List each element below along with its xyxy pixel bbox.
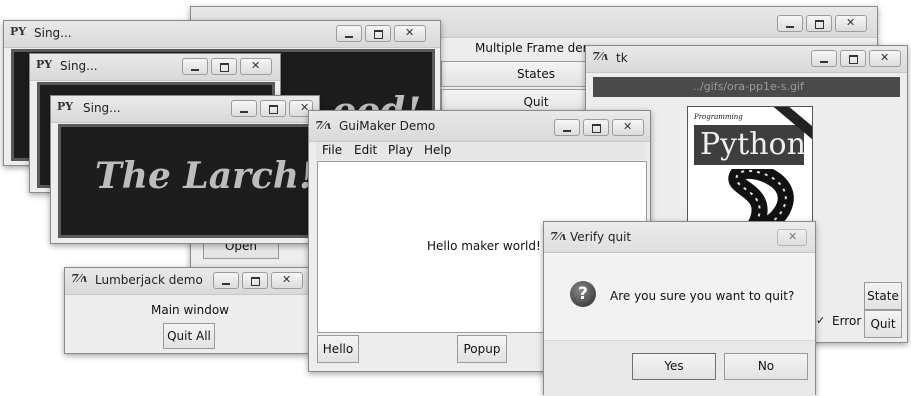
verify-titlebar[interactable]: 7⁄ʌ Verify quit — [544, 222, 815, 253]
sing-window-3: PY Sing... The Larch! — [50, 95, 320, 244]
sing3-canvas: The Larch! — [58, 124, 315, 238]
sing3-titlebar[interactable]: PY Sing... — [51, 96, 319, 123]
minimize-button[interactable] — [811, 50, 837, 67]
sing2-title: Sing... — [60, 59, 98, 73]
maximize-button[interactable] — [260, 100, 286, 117]
minimize-button[interactable] — [182, 58, 208, 75]
no-button[interactable]: No — [724, 353, 808, 380]
tk-title: tk — [616, 51, 628, 65]
menu-file[interactable]: File — [322, 143, 342, 157]
error-checkbox[interactable]: ✓ — [816, 315, 827, 326]
image-path: ../gifs/ora-pp1e-s.gif — [693, 80, 804, 93]
tk-feather-icon: 7⁄ʌ — [315, 119, 331, 132]
close-button[interactable] — [240, 58, 272, 75]
minimize-button[interactable] — [213, 272, 239, 289]
lumberjack-title: Lumberjack demo — [95, 273, 203, 287]
sing2-titlebar[interactable]: PY Sing... — [30, 54, 280, 81]
tk-titlebar[interactable]: 7⁄ʌ tk — [586, 46, 907, 73]
minimize-button[interactable] — [554, 119, 580, 136]
sing3-title: Sing... — [83, 101, 121, 115]
quit-all-button[interactable]: Quit All — [163, 323, 215, 349]
lumberjack-window: 7⁄ʌ Lumberjack demo Main window Quit All — [64, 267, 310, 354]
close-button[interactable] — [777, 229, 807, 246]
maximize-button[interactable] — [365, 25, 391, 42]
close-button[interactable] — [835, 15, 867, 32]
close-button[interactable] — [394, 25, 426, 42]
guimaker-titlebar[interactable]: 7⁄ʌ GuiMaker Demo — [309, 111, 650, 142]
close-button[interactable] — [612, 119, 644, 136]
sing3-text: The Larch! — [95, 155, 315, 197]
frame-demo-title: Multiple Frame demo — [475, 41, 602, 55]
python-icon: PY — [10, 25, 27, 38]
python-icon: PY — [57, 100, 74, 113]
sing1-title: Sing... — [34, 26, 72, 40]
menu-edit[interactable]: Edit — [354, 143, 377, 157]
close-button[interactable] — [869, 50, 901, 67]
guimaker-title: GuiMaker Demo — [339, 119, 436, 133]
hello-message: Hello maker world! — [427, 239, 541, 253]
verify-message: Are you sure you want to quit? — [610, 289, 795, 303]
image-path-bar: ../gifs/ora-pp1e-s.gif — [593, 77, 900, 97]
yes-button[interactable]: Yes — [632, 353, 716, 380]
menu-bar: File Edit Play Help — [316, 142, 646, 160]
error-label: Error — [832, 314, 862, 328]
maximize-button[interactable] — [840, 50, 866, 67]
quit-button[interactable]: Quit — [864, 310, 902, 338]
popup-button[interactable]: Popup — [457, 335, 507, 363]
hello-button[interactable]: Hello — [317, 335, 359, 363]
verify-quit-dialog: 7⁄ʌ Verify quit ? Are you sure you want … — [543, 221, 816, 396]
maximize-button[interactable] — [806, 15, 832, 32]
tk-feather-icon: 7⁄ʌ — [71, 272, 87, 285]
main-window-label: Main window — [151, 303, 229, 317]
lumberjack-titlebar[interactable]: 7⁄ʌ Lumberjack demo — [65, 268, 309, 295]
close-button[interactable] — [271, 272, 303, 289]
menu-help[interactable]: Help — [424, 143, 451, 157]
maximize-button[interactable] — [583, 119, 609, 136]
tk-feather-icon: 7⁄ʌ — [550, 230, 566, 243]
verify-title: Verify quit — [570, 230, 632, 244]
python-icon: PY — [36, 58, 53, 71]
maximize-button[interactable] — [211, 58, 237, 75]
state-button[interactable]: State — [864, 282, 902, 310]
minimize-button[interactable] — [777, 15, 803, 32]
sing1-titlebar[interactable]: PY Sing... — [4, 21, 440, 48]
question-icon: ? — [570, 281, 596, 307]
minimize-button[interactable] — [336, 25, 362, 42]
minimize-button[interactable] — [231, 100, 257, 117]
menu-play[interactable]: Play — [388, 143, 413, 157]
maximize-button[interactable] — [242, 272, 268, 289]
tk-feather-icon: 7⁄ʌ — [592, 50, 608, 63]
